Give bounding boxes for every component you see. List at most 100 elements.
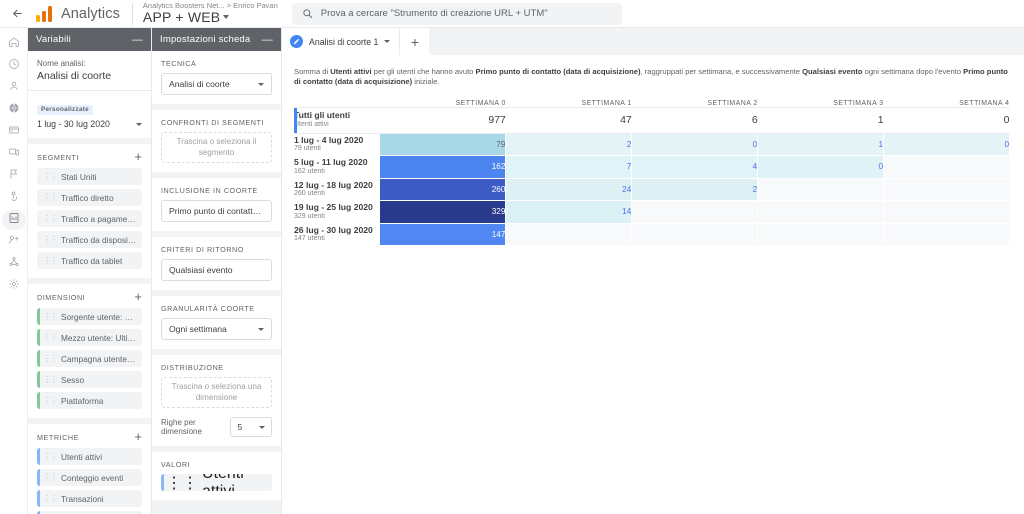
sidebar-item-tech[interactable] [2,144,26,164]
cohort-inclusion-select[interactable]: Primo punto di contatto (dat. [161,200,272,222]
sidebar-item-audiences[interactable] [2,232,26,252]
cohort-cell[interactable]: 147 [380,223,507,246]
drag-handle-icon[interactable]: ⋮⋮ [43,333,58,341]
minimize-icon[interactable]: — [262,34,273,45]
home-icon [8,35,20,53]
granularity-select[interactable]: Ogni settimana [161,318,272,340]
drag-handle-icon[interactable]: ⋮⋮ [43,375,58,383]
metric-label: Utenti attivi [61,451,103,462]
date-range-text: 1 lug - 30 lug 2020 [37,119,110,129]
drag-handle-icon[interactable]: ⋮⋮ [43,354,58,362]
drag-handle-icon[interactable]: ⋮⋮ [43,396,58,404]
cohort-cell[interactable] [757,223,885,246]
sidebar-item-conversions[interactable] [2,166,26,186]
breakdown-dropzone[interactable]: Trascina o seleziona una dimensione [161,377,272,408]
segment-comparison-dropzone[interactable]: Trascina o seleziona il segmento [161,132,272,163]
cohort-cell[interactable]: 4 [631,155,759,179]
property-selector[interactable]: Analytics Boosters Net... > Enrico Pavan… [143,2,278,25]
sidebar-item-explore[interactable] [1,210,26,230]
list-item[interactable]: ⋮⋮ Transazioni [37,490,142,507]
date-range-selector[interactable]: 1 lug - 30 lug 2020 [37,119,142,129]
sidebar-item-realtime[interactable] [2,56,26,76]
row-title: 12 lug - 18 lug 2020 [294,179,373,190]
cohort-cell[interactable] [631,223,759,246]
sidebar-item-library[interactable] [2,254,26,274]
cohort-cell[interactable]: 14 [505,200,633,224]
cohort-cell[interactable]: 2 [505,133,633,156]
cohort-cell[interactable] [883,178,1010,201]
tab-cohort-analysis-1[interactable]: Analisi di coorte 1 [282,28,400,55]
cohort-cell[interactable] [631,200,759,224]
return-criteria-select[interactable]: Qualsiasi evento [161,259,272,281]
search-input[interactable]: Prova a cercare "Strumento di creazione … [291,2,622,25]
drag-handle-icon[interactable]: ⋮⋮ [43,494,58,502]
analysis-name-value[interactable]: Analisi di coorte [37,70,142,82]
tab-bar: Analisi di coorte 1 + [282,28,1024,55]
add-metric-button[interactable]: + [134,430,142,443]
cohort-cell[interactable] [505,223,633,246]
list-item[interactable]: ⋮⋮ Mezzo utente: Ultim... [37,329,142,346]
drag-handle-icon[interactable]: ⋮⋮ [43,172,58,180]
dimensions-card: DIMENSIONI + ⋮⋮ Sorgente utente: Ult... ⋮… [28,284,151,418]
cohort-cell[interactable]: 24 [505,178,633,201]
back-arrow-icon[interactable] [4,1,30,27]
sidebar-item-home[interactable] [2,34,26,54]
sidebar-item-engagement[interactable] [2,188,26,208]
row-header: Tutti gli utenti Utenti attivi [294,106,380,134]
cohort-cell[interactable] [757,178,885,201]
list-item[interactable]: ⋮⋮ Piattaforma [37,392,142,409]
tab-settings-panel: Impostazioni scheda — TECNICA Analisi di… [152,28,282,514]
cohort-cell[interactable]: 1 [757,133,885,156]
minimize-icon[interactable]: — [132,34,143,45]
drag-handle-icon[interactable]: ⋮⋮ [43,452,58,460]
dimensions-title: DIMENSIONI [37,292,86,302]
cohort-cell[interactable]: 0 [883,133,1010,156]
drag-handle-icon[interactable]: ⋮⋮ [43,214,58,222]
drag-handle-icon[interactable]: ⋮⋮ [43,473,58,481]
add-dimension-button[interactable]: + [134,290,142,303]
sidebar-item-user[interactable] [2,78,26,98]
cohort-cell[interactable] [757,200,885,224]
add-tab-button[interactable]: + [399,28,430,55]
explore-icon [8,211,20,229]
cohort-cell[interactable]: 2 [631,178,759,201]
list-item[interactable]: ⋮⋮ Utenti attivi [37,448,142,465]
cohort-cell[interactable]: 79 [380,133,507,156]
sidebar-item-admin[interactable] [2,276,26,296]
values-metric-chip[interactable]: ⋮⋮ Utenti attivi [161,474,272,491]
drag-handle-icon[interactable]: ⋮⋮ [43,235,58,243]
chevron-down-icon[interactable] [384,40,391,43]
drag-handle-icon[interactable]: ⋮⋮ [166,474,198,492]
list-item[interactable]: ⋮⋮ Traffico a pagamento [37,210,142,227]
cohort-cell[interactable] [883,223,1010,246]
cohort-cell[interactable]: 0 [631,133,759,156]
cohort-cell[interactable]: 260 [380,178,507,201]
sidebar-item-monetization[interactable] [2,122,26,142]
cohort-cell[interactable]: 0 [757,155,885,179]
sidebar-item-audience[interactable] [2,100,26,120]
drag-handle-icon[interactable]: ⋮⋮ [43,312,58,320]
technique-select[interactable]: Analisi di coorte [161,73,272,95]
clock-icon [8,57,20,75]
drag-handle-icon[interactable]: ⋮⋮ [43,256,58,264]
row-header: 5 lug - 11 lug 2020 162 utenti [294,156,380,179]
list-item[interactable]: ⋮⋮ Conteggio eventi [37,469,142,486]
list-item[interactable]: ⋮⋮ Campagna utente: ... [37,350,142,367]
list-item[interactable]: ⋮⋮ Stati Uniti [37,168,142,185]
cohort-cell[interactable]: 329 [380,200,507,224]
cohort-cell[interactable]: 7 [505,155,633,179]
rows-per-dimension-select[interactable]: 5 [230,417,272,437]
list-item[interactable]: ⋮⋮ Sesso [37,371,142,388]
drag-handle-icon[interactable]: ⋮⋮ [43,193,58,201]
column-header: SETTIMANA 4 [959,99,1010,107]
cohort-cell[interactable] [883,200,1010,224]
list-item[interactable]: ⋮⋮ Sorgente utente: Ult... [37,308,142,325]
list-item[interactable]: ⋮⋮ Traffico da dispositi... [37,231,142,248]
cohort-cell[interactable]: 162 [380,155,507,179]
row-title: Tutti gli utenti [294,110,351,121]
analytics-logo[interactable]: Analytics [30,5,120,22]
list-item[interactable]: ⋮⋮ Traffico diretto [37,189,142,206]
list-item[interactable]: ⋮⋮ Traffico da tablet [37,252,142,269]
cohort-cell[interactable] [883,155,1010,179]
add-segment-button[interactable]: + [134,150,142,163]
